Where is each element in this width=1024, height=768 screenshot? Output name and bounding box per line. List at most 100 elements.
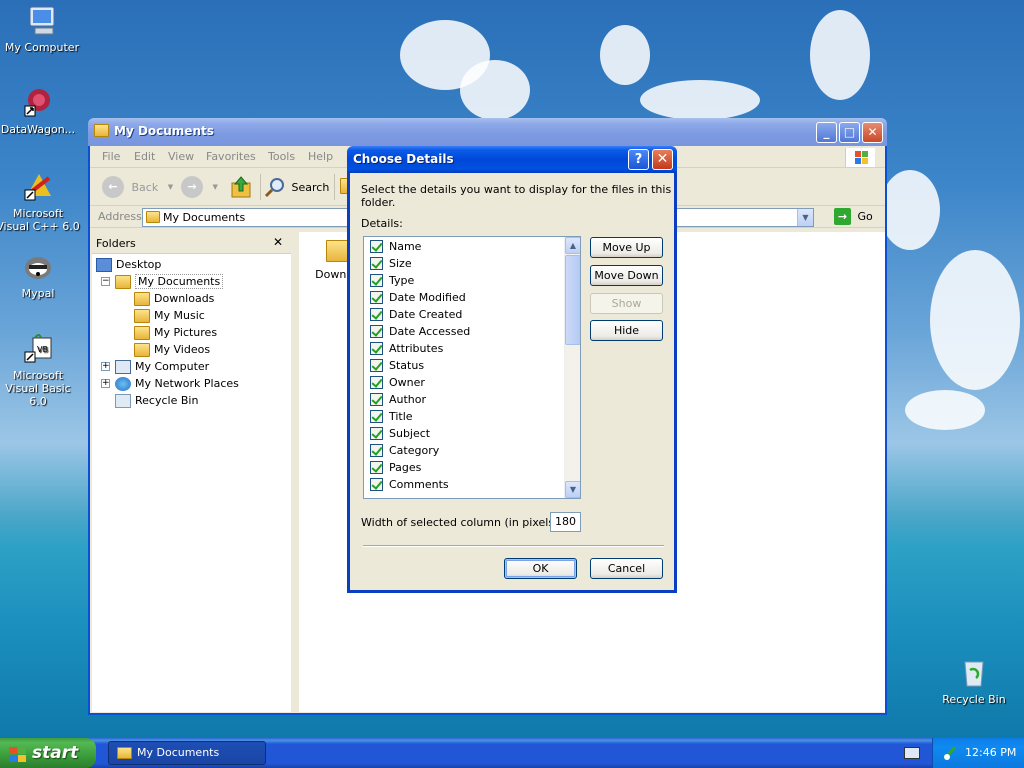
tree-item-my-computer[interactable]: My Computer (115, 359, 209, 375)
toolbar-separator (334, 174, 335, 200)
detail-item-status[interactable]: Status (370, 357, 424, 374)
menu-edit[interactable]: Edit (134, 150, 155, 163)
desktop-icon-recycle-bin[interactable]: Recycle Bin (932, 656, 1016, 706)
checkbox[interactable] (370, 239, 383, 253)
expand-icon[interactable]: + (101, 379, 110, 388)
detail-item-comments[interactable]: Comments (370, 476, 449, 493)
chevron-down-icon: ▼ (212, 183, 218, 191)
details-scrollbar[interactable]: ▲ ▼ (564, 237, 580, 498)
checkbox[interactable] (370, 307, 383, 321)
detail-item-type[interactable]: Type (370, 272, 414, 289)
tree-item-desktop[interactable]: Desktop (96, 257, 161, 273)
detail-item-pages[interactable]: Pages (370, 459, 421, 476)
show-button[interactable]: Show (590, 293, 663, 314)
desktop-icon-visual-cpp[interactable]: Microsoft Visual C++ 6.0 (0, 170, 80, 233)
folder-icon (94, 124, 109, 137)
checkbox[interactable] (370, 324, 383, 338)
menu-view[interactable]: View (168, 150, 194, 163)
scroll-thumb[interactable] (565, 255, 580, 345)
detail-item-author[interactable]: Author (370, 391, 426, 408)
detail-item-title[interactable]: Title (370, 408, 413, 425)
up-folder-icon[interactable] (230, 175, 252, 199)
clock[interactable]: 12:46 PM (965, 746, 1016, 759)
taskbar-item-my-documents[interactable]: My Documents (108, 741, 266, 765)
explorer-titlebar[interactable]: My Documents _ □ ✕ (88, 118, 887, 146)
menu-help[interactable]: Help (308, 150, 333, 163)
help-button[interactable]: ? (628, 149, 649, 170)
folders-pane: Folders ✕ Desktop − My Documents Downloa… (92, 232, 295, 712)
windows-logo-icon (8, 744, 28, 762)
desktop-icon-mypal[interactable]: Mypal (0, 250, 80, 300)
desktop-icon-datawagon[interactable]: DataWagon... (0, 86, 80, 136)
menu-file[interactable]: File (102, 150, 120, 163)
system-tray: 12:46 PM (932, 738, 1024, 768)
recycle-bin-icon (957, 656, 991, 690)
checkbox[interactable] (370, 477, 383, 491)
search-button[interactable]: Search (264, 176, 329, 198)
tree-item-my-documents[interactable]: My Documents (115, 274, 224, 290)
scroll-up-icon[interactable]: ▲ (565, 237, 580, 254)
desktop-icon (96, 258, 112, 272)
desktop-icon-visual-basic[interactable]: VB Microsoft Visual Basic 6.0 (0, 332, 80, 408)
cancel-button[interactable]: Cancel (590, 558, 663, 579)
forward-button[interactable]: → ▼ (181, 176, 218, 198)
go-button[interactable]: → Go (834, 208, 873, 225)
maximize-button[interactable]: □ (839, 122, 860, 143)
details-list[interactable]: Name Size Type Date Modified Date Create… (363, 236, 581, 499)
desktop-icon-my-computer[interactable]: My Computer (0, 4, 84, 54)
hide-button[interactable]: Hide (590, 320, 663, 341)
detail-item-date-modified[interactable]: Date Modified (370, 289, 466, 306)
checkbox[interactable] (370, 358, 383, 372)
detail-item-subject[interactable]: Subject (370, 425, 430, 442)
detail-item-date-created[interactable]: Date Created (370, 306, 462, 323)
detail-item-category[interactable]: Category (370, 442, 439, 459)
tree-item-my-music[interactable]: My Music (134, 308, 205, 324)
cloud (810, 10, 870, 100)
checkbox[interactable] (370, 375, 383, 389)
dialog-titlebar[interactable]: Choose Details ? ✕ (347, 146, 677, 173)
detail-item-size[interactable]: Size (370, 255, 412, 272)
menu-tools[interactable]: Tools (268, 150, 295, 163)
detail-item-owner[interactable]: Owner (370, 374, 425, 391)
checkbox[interactable] (370, 426, 383, 440)
tree-item-my-network-places[interactable]: My Network Places (115, 376, 239, 392)
cloud (905, 390, 985, 430)
cloud (600, 25, 650, 85)
collapse-icon[interactable]: − (101, 277, 110, 286)
tree-item-downloads[interactable]: Downloads (134, 291, 214, 307)
scroll-down-icon[interactable]: ▼ (565, 481, 580, 498)
cloud (880, 170, 940, 250)
detail-item-attributes[interactable]: Attributes (370, 340, 443, 357)
column-width-input[interactable]: 180 (550, 512, 581, 532)
tree-item-my-videos[interactable]: My Videos (134, 342, 210, 358)
checkbox[interactable] (370, 273, 383, 287)
checkbox[interactable] (370, 392, 383, 406)
tree-item-my-pictures[interactable]: My Pictures (134, 325, 217, 341)
detail-item-date-accessed[interactable]: Date Accessed (370, 323, 470, 340)
checkbox[interactable] (370, 256, 383, 270)
ok-button[interactable]: OK (504, 558, 577, 579)
keyboard-icon[interactable] (904, 747, 920, 759)
dialog-close-button[interactable]: ✕ (652, 149, 673, 170)
detail-item-name[interactable]: Name (370, 238, 421, 255)
close-button[interactable]: ✕ (862, 122, 883, 143)
recycle-bin-icon (115, 394, 131, 408)
checkbox[interactable] (370, 290, 383, 304)
move-down-button[interactable]: Move Down (590, 265, 663, 286)
close-pane-icon[interactable]: ✕ (273, 235, 283, 249)
back-button[interactable]: ← Back ▼ (102, 176, 173, 198)
safely-remove-icon[interactable] (943, 745, 957, 761)
start-button[interactable]: start (0, 738, 96, 768)
checkbox[interactable] (370, 443, 383, 457)
tree-item-recycle-bin[interactable]: Recycle Bin (115, 393, 198, 409)
address-dropdown-icon[interactable]: ▼ (797, 209, 813, 226)
checkbox[interactable] (370, 460, 383, 474)
minimize-button[interactable]: _ (816, 122, 837, 143)
move-up-button[interactable]: Move Up (590, 237, 663, 258)
checkbox[interactable] (370, 409, 383, 423)
checkbox[interactable] (370, 341, 383, 355)
menu-favorites[interactable]: Favorites (206, 150, 256, 163)
expand-icon[interactable]: + (101, 362, 110, 371)
go-arrow-icon: → (834, 208, 851, 225)
dialog-title: Choose Details (353, 152, 454, 166)
